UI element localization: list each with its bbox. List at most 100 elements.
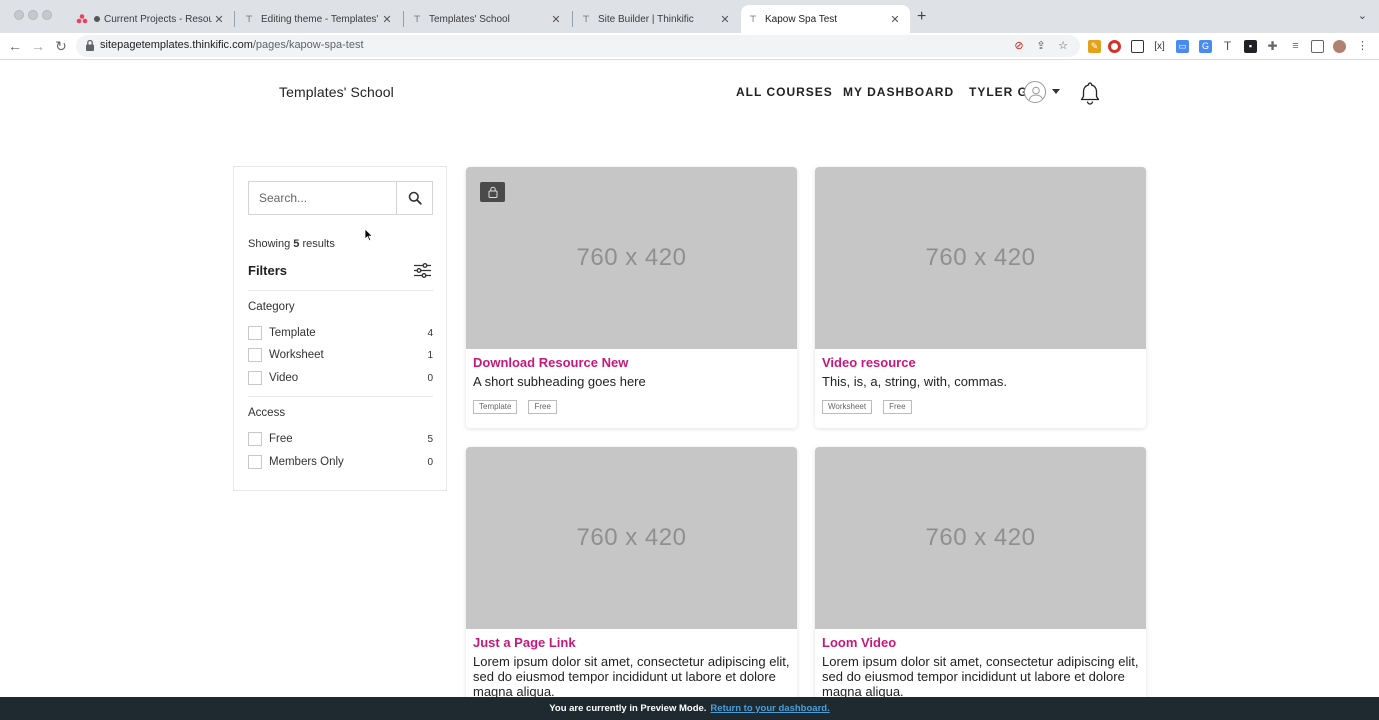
option-label: Worksheet (269, 349, 324, 361)
text-extension-icon[interactable]: T (1221, 40, 1234, 53)
tab-search-chevron-icon[interactable]: ⌄ (1358, 9, 1367, 22)
card-subtitle: A short subheading goes here (473, 374, 646, 389)
nav-all-courses[interactable]: ALL COURSES (736, 85, 833, 99)
profile-avatar-icon[interactable] (1333, 40, 1346, 53)
window-close-button[interactable] (14, 10, 24, 20)
puzzle-extensions-icon[interactable]: ✚ (1266, 40, 1279, 53)
lock-icon (488, 186, 497, 198)
option-label: Video (269, 372, 299, 384)
filters-heading: Filters (248, 263, 288, 278)
browser-tab[interactable]: ⊤ Templates' School ✕ (405, 5, 571, 33)
browser-tab-bar: Current Projects - Resource ✕ ⊤ Editing … (0, 0, 1379, 33)
tab-title: Templates' School (429, 13, 510, 25)
side-panel-icon[interactable] (1311, 40, 1324, 53)
blocked-content-icon[interactable]: ⊘ (1013, 40, 1025, 52)
checkbox[interactable] (248, 348, 262, 362)
user-avatar[interactable] (1024, 81, 1046, 103)
close-tab-icon[interactable]: ✕ (718, 13, 732, 26)
url-text: sitepagetemplates.thinkific.com/pages/ka… (100, 39, 364, 51)
extension-icon[interactable]: ▭ (1176, 40, 1189, 53)
placeholder-dimensions: 760 x 420 (925, 524, 1036, 551)
thinkific-icon: ⊤ (749, 13, 757, 24)
extension-icon[interactable]: ✎ (1088, 40, 1101, 53)
share-icon[interactable]: ⇪ (1035, 40, 1047, 52)
reading-list-icon[interactable]: ≡ (1289, 40, 1302, 53)
card-thumbnail: 760 x 420 (466, 447, 797, 629)
forward-button[interactable]: → (29, 37, 47, 55)
browser-tab[interactable]: Current Projects - Resource ✕ (70, 5, 234, 33)
placeholder-dimensions: 760 x 420 (925, 244, 1036, 271)
school-name-logo[interactable]: Templates' School (279, 84, 394, 100)
tab-title: Current Projects - Resource (104, 13, 212, 25)
tab-title: Site Builder | Thinkific (598, 13, 694, 25)
filter-sliders-icon[interactable] (414, 263, 431, 278)
browser-tab[interactable]: ⊤ Editing theme - Templates' Sch ✕ (237, 5, 402, 33)
screenshot-extension-icon[interactable] (1131, 40, 1144, 53)
extension-icon[interactable]: ▪ (1244, 40, 1257, 53)
divider (248, 396, 433, 397)
search-input[interactable] (249, 182, 396, 214)
checkbox[interactable] (248, 455, 262, 469)
card-thumbnail: 760 x 420 (815, 447, 1146, 629)
placeholder-dimensions: 760 x 420 (576, 244, 687, 271)
url-path: /pages/kapow-spa-test (252, 39, 364, 51)
return-to-dashboard-link[interactable]: Return to your dashboard. (710, 703, 829, 714)
access-option-members-only[interactable]: Members Only 0 (248, 454, 433, 470)
reload-button[interactable]: ↻ (52, 37, 70, 55)
browser-tab-active[interactable]: ⊤ Kapow Spa Test ✕ (741, 5, 910, 33)
results-count: Showing 5 results (248, 238, 335, 250)
bookmark-star-icon[interactable]: ☆ (1057, 40, 1069, 52)
option-label: Members Only (269, 456, 344, 468)
mouse-pointer-icon (364, 228, 374, 242)
option-label: Template (269, 327, 316, 339)
user-menu[interactable]: TYLER G (969, 85, 1028, 99)
placeholder-dimensions: 760 x 420 (576, 524, 687, 551)
color-picker-extension-icon[interactable] (1108, 40, 1121, 53)
back-button[interactable]: ← (6, 37, 24, 55)
category-option-video[interactable]: Video 0 (248, 370, 433, 386)
resource-card[interactable]: 760 x 420 Just a Page Link Lorem ipsum d… (466, 447, 797, 707)
tab-separator (234, 11, 235, 27)
category-option-template[interactable]: Template 4 (248, 325, 433, 341)
tag-badge: Free (883, 400, 912, 414)
address-bar[interactable]: sitepagetemplates.thinkific.com/pages/ka… (76, 35, 1080, 57)
card-title[interactable]: Just a Page Link (473, 635, 576, 650)
window-zoom-button[interactable] (42, 10, 52, 20)
thinkific-icon: ⊤ (245, 13, 253, 24)
close-tab-icon[interactable]: ✕ (549, 13, 563, 26)
search-button[interactable] (396, 182, 432, 214)
preview-mode-message: You are currently in Preview Mode. (549, 703, 707, 714)
browser-tab[interactable]: ⊤ Site Builder | Thinkific ✕ (574, 5, 740, 33)
option-count: 0 (427, 372, 433, 384)
translate-extension-icon[interactable]: G (1199, 40, 1212, 53)
nav-my-dashboard[interactable]: MY DASHBOARD (843, 85, 954, 99)
option-count: 5 (427, 433, 433, 445)
new-tab-button[interactable]: + (917, 8, 926, 26)
close-tab-icon[interactable]: ✕ (380, 13, 394, 26)
browser-toolbar: ← → ↻ sitepagetemplates.thinkific.com/pa… (0, 33, 1379, 60)
json-extension-icon[interactable]: [x] (1153, 40, 1166, 53)
close-tab-icon[interactable]: ✕ (888, 13, 902, 26)
locked-badge (480, 182, 505, 202)
notifications-bell-icon[interactable] (1079, 81, 1101, 105)
checkbox[interactable] (248, 326, 262, 340)
card-title[interactable]: Video resource (822, 355, 916, 370)
asana-icon (76, 13, 88, 25)
access-option-free[interactable]: Free 5 (248, 431, 433, 447)
card-subtitle: This, is, a, string, with, commas. (822, 374, 1007, 389)
resource-card[interactable]: 760 x 420 Video resource This, is, a, st… (815, 167, 1146, 428)
card-title[interactable]: Loom Video (822, 635, 896, 650)
window-minimize-button[interactable] (28, 10, 38, 20)
category-option-worksheet[interactable]: Worksheet 1 (248, 347, 433, 363)
tab-separator (403, 11, 404, 27)
user-menu-caret-icon[interactable] (1052, 89, 1060, 94)
browser-menu-icon[interactable]: ⋮ (1356, 40, 1369, 53)
close-tab-icon[interactable]: ✕ (212, 13, 226, 26)
checkbox[interactable] (248, 371, 262, 385)
resource-card[interactable]: 760 x 420 Download Resource New A short … (466, 167, 797, 428)
results-count-suffix: results (302, 238, 335, 250)
resource-card[interactable]: 760 x 420 Loom Video Lorem ipsum dolor s… (815, 447, 1146, 707)
checkbox[interactable] (248, 432, 262, 446)
tab-separator (572, 11, 573, 27)
card-title[interactable]: Download Resource New (473, 355, 628, 370)
